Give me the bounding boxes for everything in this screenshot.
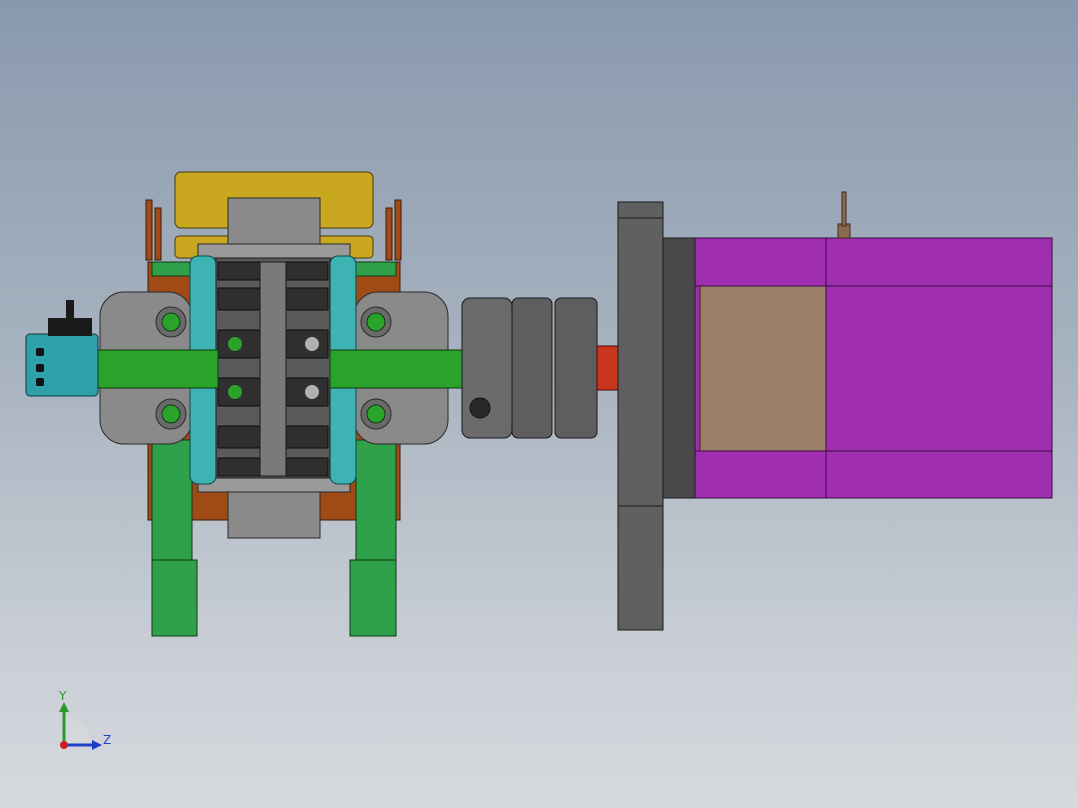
coupling-disc-2[interactable] [554, 297, 598, 439]
green-foot-right[interactable] [349, 559, 397, 637]
triad-plane-icon [64, 718, 91, 745]
gray-bracket-bottom[interactable] [227, 489, 321, 539]
green-shaft-left[interactable] [97, 349, 219, 389]
sensor-black-cap[interactable] [48, 318, 92, 336]
red-motor-shaft[interactable] [596, 345, 620, 391]
motor-adapter[interactable] [662, 237, 700, 499]
triad-x-origin-icon [60, 741, 68, 749]
triad-z-arrow-icon [92, 740, 102, 750]
green-leg-left[interactable] [151, 439, 193, 561]
triad-y-arrow-icon [59, 702, 69, 712]
green-shaft-right[interactable] [329, 349, 466, 389]
brown-side-post-right[interactable] [394, 199, 402, 261]
sensor-black-stem[interactable] [66, 300, 74, 320]
brown-side-post-left[interactable] [145, 199, 153, 261]
coupling-set-screw[interactable] [469, 397, 491, 419]
center-sprocket[interactable] [259, 261, 287, 477]
triad-z-label: Z [103, 733, 111, 747]
cad-viewport[interactable]: Y Z [0, 0, 1078, 808]
triad-y-label: Y [58, 689, 67, 703]
motor-flange[interactable] [617, 201, 664, 631]
brown-side-post-left-2[interactable] [154, 207, 162, 261]
gray-strip-top[interactable] [197, 243, 351, 259]
motor-connector-pin[interactable] [841, 191, 847, 227]
motor-tan-panel[interactable] [699, 285, 827, 452]
green-leg-right[interactable] [355, 439, 397, 561]
gray-strip-bottom[interactable] [197, 477, 351, 493]
sensor-slots [36, 348, 44, 386]
green-foot-left[interactable] [151, 559, 198, 637]
brown-side-post-right-2[interactable] [385, 207, 393, 261]
gray-bracket-top[interactable] [227, 197, 321, 249]
assembly-model[interactable]: Y Z [0, 0, 1078, 808]
coupling-disc-1[interactable] [511, 297, 553, 439]
coupling-hub-left[interactable] [461, 297, 513, 439]
orientation-triad[interactable]: Y Z [58, 689, 111, 750]
